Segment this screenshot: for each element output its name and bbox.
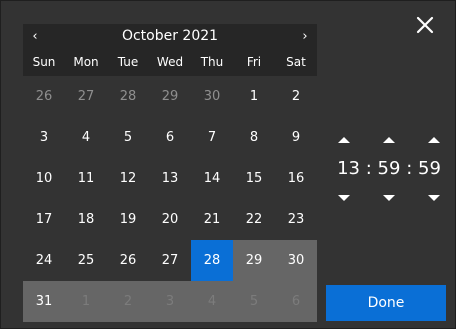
day-cell[interactable]: 31 bbox=[23, 281, 65, 322]
day-cell[interactable]: 7 bbox=[191, 117, 233, 158]
day-cell-selected[interactable]: 28 bbox=[191, 240, 233, 281]
weekday-tue: Tue bbox=[117, 55, 139, 69]
minutes-down-icon[interactable] bbox=[383, 195, 395, 201]
seconds-down-icon[interactable] bbox=[428, 195, 440, 201]
close-button[interactable] bbox=[413, 13, 437, 37]
day-cell[interactable]: 1 bbox=[65, 281, 107, 322]
day-cell[interactable]: 27 bbox=[149, 240, 191, 281]
time-display: 13 : 59 : 59 bbox=[334, 151, 444, 187]
day-cell[interactable]: 26 bbox=[23, 76, 65, 117]
day-cell[interactable]: 3 bbox=[23, 117, 65, 158]
day-cell[interactable]: 6 bbox=[275, 281, 317, 322]
day-cell[interactable]: 23 bbox=[275, 199, 317, 240]
day-cell[interactable]: 26 bbox=[107, 240, 149, 281]
day-cell[interactable]: 9 bbox=[275, 117, 317, 158]
day-cell[interactable]: 13 bbox=[149, 158, 191, 199]
day-cell[interactable]: 25 bbox=[65, 240, 107, 281]
day-cell[interactable]: 3 bbox=[149, 281, 191, 322]
day-cell[interactable]: 27 bbox=[65, 76, 107, 117]
week-row: 17 18 19 20 21 22 23 bbox=[23, 199, 317, 240]
week-row: 26 27 28 29 30 1 2 bbox=[23, 76, 317, 117]
weekday-mon: Mon bbox=[73, 55, 99, 69]
time-picker: 13 : 59 : 59 bbox=[334, 129, 444, 209]
day-cell[interactable]: 19 bbox=[107, 199, 149, 240]
day-cell[interactable]: 29 bbox=[233, 240, 275, 281]
month-year-label[interactable]: October 2021 bbox=[122, 28, 218, 44]
weekday-header-row: Sun Mon Tue Wed Thu Fri Sat bbox=[23, 48, 317, 76]
week-row: 10 11 12 13 14 15 16 bbox=[23, 158, 317, 199]
day-cell[interactable]: 10 bbox=[23, 158, 65, 199]
day-cell[interactable]: 11 bbox=[65, 158, 107, 199]
increment-row bbox=[334, 129, 444, 151]
minutes-value[interactable]: 59 bbox=[378, 158, 401, 179]
day-cell[interactable]: 24 bbox=[23, 240, 65, 281]
calendar: ‹ October 2021 › Sun Mon Tue Wed Thu Fri… bbox=[23, 24, 317, 322]
week-row: 3 4 5 6 7 8 9 bbox=[23, 117, 317, 158]
seconds-value[interactable]: 59 bbox=[418, 158, 441, 179]
day-cell[interactable]: 1 bbox=[233, 76, 275, 117]
day-cell[interactable]: 30 bbox=[275, 240, 317, 281]
week-row: 31 1 2 3 4 5 6 bbox=[23, 281, 317, 322]
day-cell[interactable]: 14 bbox=[191, 158, 233, 199]
day-cell[interactable]: 12 bbox=[107, 158, 149, 199]
day-cell[interactable]: 16 bbox=[275, 158, 317, 199]
day-cell[interactable]: 17 bbox=[23, 199, 65, 240]
seconds-up-icon[interactable] bbox=[428, 137, 440, 143]
day-cell[interactable]: 18 bbox=[65, 199, 107, 240]
close-icon bbox=[416, 16, 434, 34]
day-cell[interactable]: 20 bbox=[149, 199, 191, 240]
day-cell[interactable]: 15 bbox=[233, 158, 275, 199]
day-cell[interactable]: 5 bbox=[233, 281, 275, 322]
day-cell[interactable]: 5 bbox=[107, 117, 149, 158]
day-cell[interactable]: 8 bbox=[233, 117, 275, 158]
day-cell[interactable]: 4 bbox=[191, 281, 233, 322]
day-cell[interactable]: 29 bbox=[149, 76, 191, 117]
day-cell[interactable]: 21 bbox=[191, 199, 233, 240]
weekday-fri: Fri bbox=[246, 55, 262, 69]
day-cell[interactable]: 2 bbox=[107, 281, 149, 322]
day-cell[interactable]: 30 bbox=[191, 76, 233, 117]
weekday-thu: Thu bbox=[200, 55, 224, 69]
day-cell[interactable]: 28 bbox=[107, 76, 149, 117]
time-separator: : bbox=[406, 158, 413, 179]
day-cell[interactable]: 2 bbox=[275, 76, 317, 117]
day-grid: 26 27 28 29 30 1 2 3 4 5 6 7 8 9 10 11 1… bbox=[23, 76, 317, 322]
done-button[interactable]: Done bbox=[326, 285, 446, 321]
week-row: 24 25 26 27 28 29 30 bbox=[23, 240, 317, 281]
hours-up-icon[interactable] bbox=[338, 137, 350, 143]
weekday-sat: Sat bbox=[286, 55, 306, 69]
minutes-up-icon[interactable] bbox=[383, 137, 395, 143]
time-separator: : bbox=[365, 158, 372, 179]
date-time-picker: ‹ October 2021 › Sun Mon Tue Wed Thu Fri… bbox=[0, 0, 456, 329]
day-cell[interactable]: 4 bbox=[65, 117, 107, 158]
day-cell[interactable]: 6 bbox=[149, 117, 191, 158]
calendar-header: ‹ October 2021 › bbox=[23, 24, 317, 48]
weekday-wed: Wed bbox=[156, 55, 184, 69]
hours-value[interactable]: 13 bbox=[337, 158, 360, 179]
prev-month-button[interactable]: ‹ bbox=[23, 24, 47, 48]
hours-down-icon[interactable] bbox=[338, 195, 350, 201]
weekday-sun: Sun bbox=[32, 55, 56, 69]
next-month-button[interactable]: › bbox=[293, 24, 317, 48]
day-cell[interactable]: 22 bbox=[233, 199, 275, 240]
decrement-row bbox=[334, 187, 444, 209]
